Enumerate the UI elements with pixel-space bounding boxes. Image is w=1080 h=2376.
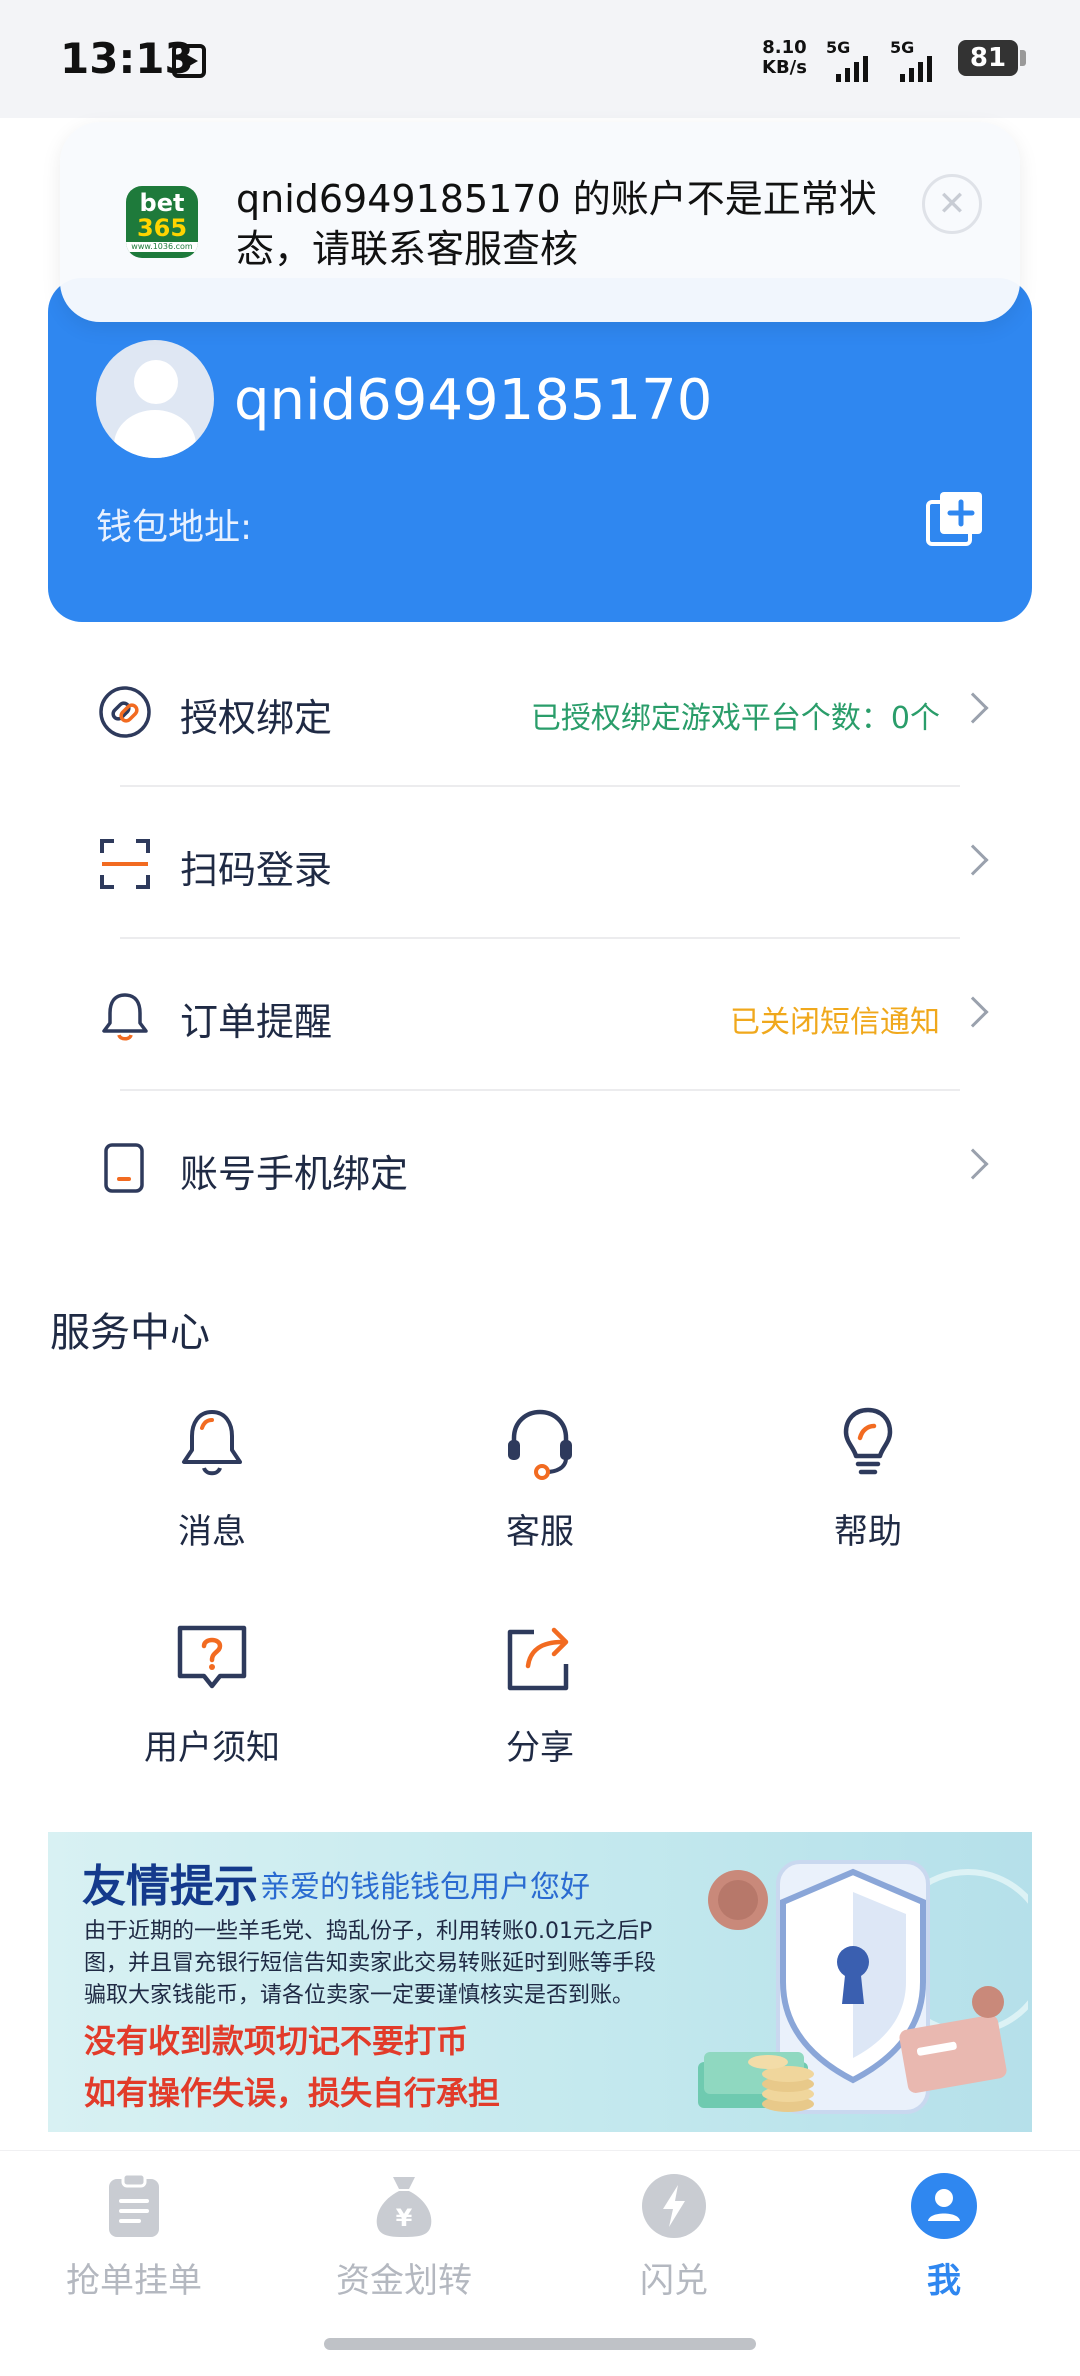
menu-item-scan-login[interactable]: 扫码登录 [0, 787, 1080, 939]
nav-tab-me[interactable]: 我 [844, 2171, 1044, 2302]
bell-icon [102, 993, 148, 1041]
network-speed-unit: KB/s [762, 57, 807, 78]
menu-label: 授权绑定 [180, 696, 333, 740]
link-icon [99, 686, 151, 738]
sim2-label: 5G [890, 38, 915, 57]
promo-subtitle: 亲爱的钱能钱包用户您好 [260, 1870, 590, 1905]
section-title: 服务中心 [50, 1310, 210, 1356]
clipboard-icon [109, 2172, 159, 2237]
app-logo: bet 365 www.1036.com [126, 186, 198, 258]
promo-warning: 没有收到款项切记不要打币 [84, 2022, 469, 2060]
service-item-customer-service[interactable]: 客服 [440, 1402, 640, 1562]
nav-tab-orders[interactable]: 抢单挂单 [34, 2171, 234, 2302]
nav-label: 闪兑 [640, 2261, 708, 2301]
service-label: 消息 [178, 1512, 246, 1552]
chevron-right-icon [957, 692, 989, 724]
menu-label: 订单提醒 [180, 1000, 333, 1044]
service-item-user-notice[interactable]: 用户须知 [112, 1618, 312, 1778]
nav-label: 我 [927, 2261, 961, 2301]
network-speed: 8.10 KB/s [762, 38, 807, 78]
notification-message: qnid6949185170 的账户不是正常状态，请联系客服查核 [236, 177, 877, 271]
message-bell-icon [182, 1410, 242, 1476]
promo-warning: 如有操作失误，损失自行承担 [84, 2074, 501, 2112]
question-icon [177, 1625, 247, 1689]
service-item-message[interactable]: 消息 [112, 1402, 312, 1562]
network-speed-value: 8.10 [762, 37, 807, 58]
wallet-address-label: 钱包地址: [96, 507, 253, 548]
scan-icon [100, 839, 150, 889]
service-label: 分享 [506, 1728, 574, 1768]
service-label: 帮助 [834, 1512, 902, 1552]
menu-label: 扫码登录 [180, 848, 333, 892]
menu-value: 已关闭短信通知 [730, 1005, 940, 1040]
money-bag-icon: ¥ [376, 2177, 432, 2237]
svg-text:¥: ¥ [396, 2204, 413, 2232]
avatar[interactable] [96, 340, 214, 458]
sim1-label: 5G [826, 38, 851, 57]
settings-menu: 授权绑定 已授权绑定游戏平台个数：0个 扫码登录 订单提醒 已关闭短信通知 账号… [0, 635, 1080, 1243]
menu-item-authorize-bind[interactable]: 授权绑定 已授权绑定游戏平台个数：0个 [0, 635, 1080, 787]
menu-value: 已授权绑定游戏平台个数：0个 [530, 701, 940, 736]
promo-body: 由于近期的一些羊毛党、捣乱份子，利用转账0.01元之后P图，并且冒充银行短信告知… [84, 1919, 657, 2008]
menu-item-order-reminder[interactable]: 订单提醒 已关闭短信通知 [0, 939, 1080, 1091]
chevron-right-icon [957, 1148, 989, 1180]
share-icon [507, 1627, 569, 1691]
headset-icon [508, 1409, 572, 1480]
promo-banner[interactable]: 友情提示 亲爱的钱能钱包用户您好 由于近期的一些羊毛党、捣乱份子，利用转账0.0… [48, 1832, 1032, 2132]
chevron-right-icon [957, 844, 989, 876]
phone-icon [104, 1143, 144, 1193]
username: qnid6949185170 [234, 368, 713, 433]
profile-card: qnid6949185170 钱包地址: [48, 278, 1032, 622]
close-icon[interactable]: ✕ [922, 174, 982, 234]
service-item-share[interactable]: 分享 [440, 1618, 640, 1778]
nav-tab-flash-exchange[interactable]: 闪兑 [574, 2171, 774, 2302]
play-icon [172, 44, 206, 78]
home-indicator[interactable] [324, 2338, 756, 2350]
copy-add-icon[interactable] [924, 488, 986, 550]
security-shield-illustration [698, 1860, 1028, 2114]
menu-item-phone-bind[interactable]: 账号手机绑定 [0, 1091, 1080, 1243]
nav-label: 资金划转 [336, 2261, 472, 2301]
battery-icon: 81 [958, 40, 1026, 76]
menu-label: 账号手机绑定 [180, 1152, 409, 1196]
lightbulb-icon [843, 1407, 893, 1475]
user-icon [911, 2173, 977, 2239]
promo-title: 友情提示 [82, 1861, 258, 1912]
lightning-icon [642, 2174, 706, 2238]
status-bar: 13:13 8.10 KB/s 5G 5G 81 [0, 0, 1080, 118]
service-item-help[interactable]: 帮助 [768, 1402, 968, 1562]
service-label: 客服 [506, 1512, 574, 1552]
nav-label: 抢单挂单 [66, 2261, 202, 2301]
chevron-right-icon [957, 996, 989, 1028]
service-label: 用户须知 [144, 1728, 280, 1768]
nav-tab-fund-transfer[interactable]: ¥ 资金划转 [304, 2171, 504, 2302]
notification-banner[interactable]: bet 365 www.1036.com qnid6949185170 的账户不… [60, 122, 1020, 322]
